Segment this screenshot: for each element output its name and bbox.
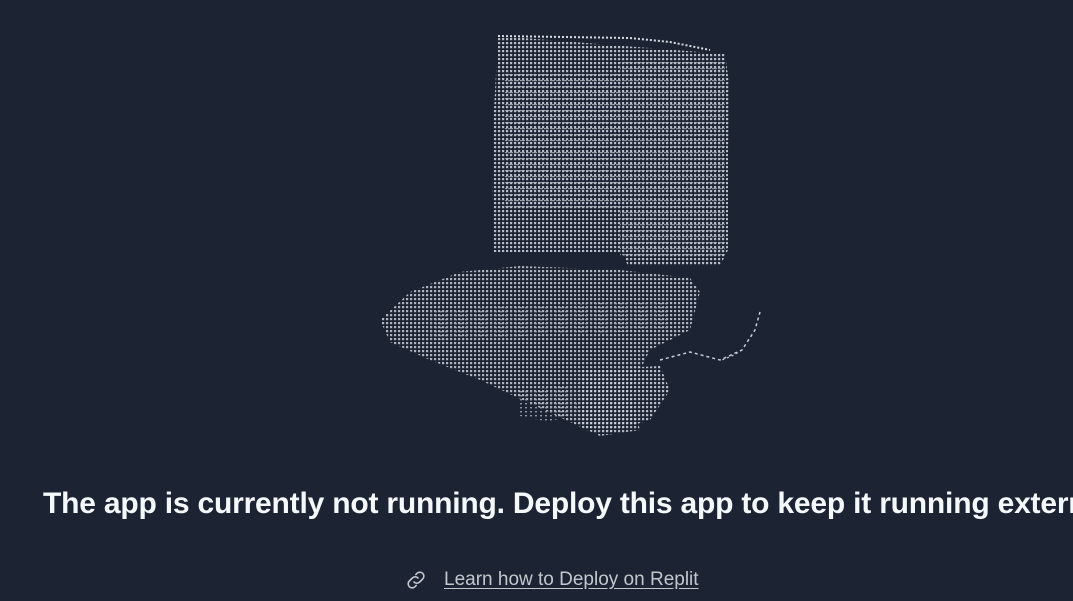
link-icon <box>404 568 428 592</box>
learn-deploy-row: Learn how to Deploy on Replit <box>404 566 699 594</box>
not-running-message: The app is currently not running. Deploy… <box>43 487 1073 520</box>
ascii-art-illustration <box>370 30 780 450</box>
ascii-boot-icon <box>380 35 761 436</box>
not-running-page: The app is currently not running. Deploy… <box>0 0 1073 601</box>
learn-deploy-link[interactable]: Learn how to Deploy on Replit <box>444 569 699 591</box>
